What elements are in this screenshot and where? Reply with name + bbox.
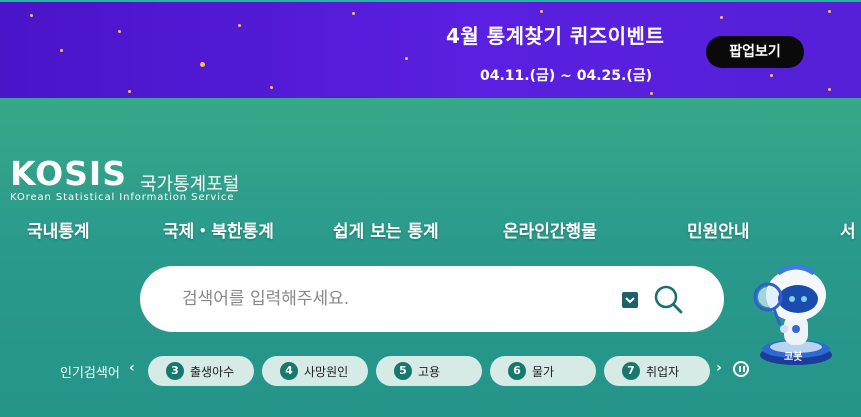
star-decoration — [270, 86, 273, 89]
star-decoration — [650, 92, 653, 95]
keyword-text: 사망원인 — [304, 365, 349, 379]
star-decoration — [828, 10, 831, 13]
keyword-pill[interactable]: 4 사망원인 — [262, 356, 368, 386]
search-bar — [140, 266, 724, 332]
keyword-rank: 3 — [166, 362, 184, 380]
chevron-down-icon[interactable] — [622, 292, 638, 308]
banner-title: 4월 통계찾기 퀴즈이벤트 — [446, 24, 665, 48]
keyword-rank: 5 — [394, 362, 412, 380]
popular-keywords: 인기검색어 ‹ 3 출생아수 4 사망원인 5 고용 6 물가 7 취업자 › — [0, 356, 861, 386]
star-decoration — [200, 62, 205, 67]
star-decoration — [405, 57, 408, 60]
nav-item-service[interactable]: 서 — [840, 217, 856, 242]
search-icon[interactable] — [652, 283, 684, 315]
mascot-name: 코봇 — [784, 352, 803, 363]
star-decoration — [60, 49, 63, 52]
keyword-pill[interactable]: 6 물가 — [490, 356, 596, 386]
keyword-pill[interactable]: 5 고용 — [376, 356, 482, 386]
keyword-text: 고용 — [418, 365, 441, 379]
keyword-rank: 7 — [622, 362, 640, 380]
nav-item-publications[interactable]: 온라인간행물 — [503, 217, 597, 242]
star-decoration — [770, 74, 773, 77]
search-input[interactable] — [180, 288, 604, 310]
kosis-logo[interactable]: KOSIS 국가통계포털 KOrean Statistical Informat… — [10, 154, 239, 203]
star-decoration — [352, 12, 355, 15]
nav-item-easy-stats[interactable]: 쉽게 보는 통계 — [333, 217, 439, 242]
star-decoration — [128, 90, 131, 93]
popular-label: 인기검색어 — [60, 366, 120, 381]
keyword-text: 취업자 — [646, 365, 680, 379]
main-header: KOSIS 국가통계포털 KOrean Statistical Informat… — [0, 98, 861, 417]
star-decoration — [720, 16, 723, 19]
keyword-pill[interactable]: 3 출생아수 — [148, 356, 254, 386]
popup-view-button[interactable]: 팝업보기 — [706, 36, 804, 68]
nav-item-domestic[interactable]: 국내통계 — [27, 217, 90, 242]
star-decoration — [540, 10, 543, 13]
nav-item-international[interactable]: 국제・북한통계 — [163, 217, 274, 242]
star-decoration — [118, 30, 121, 33]
nav-item-civil-service[interactable]: 민원안내 — [687, 217, 750, 242]
keyword-rank: 6 — [508, 362, 526, 380]
chevron-right-icon[interactable]: › — [716, 360, 722, 376]
chevron-left-icon[interactable]: ‹ — [129, 360, 135, 376]
keyword-text: 출생아수 — [190, 365, 235, 379]
banner-date: 04.11.(금) ~ 04.25.(금) — [480, 68, 653, 84]
event-banner[interactable]: 4월 통계찾기 퀴즈이벤트 04.11.(금) ~ 04.25.(금) 팝업보기 — [0, 0, 861, 98]
keyword-text: 물가 — [532, 365, 555, 379]
logo-text: KOSIS — [10, 154, 127, 193]
star-decoration — [238, 24, 241, 27]
star-decoration — [828, 88, 831, 91]
keyword-rank: 4 — [280, 362, 298, 380]
keyword-pill[interactable]: 7 취업자 — [604, 356, 710, 386]
main-nav: 국내통계 국제・북한통계 쉽게 보는 통계 온라인간행물 민원안내 서 — [0, 217, 861, 242]
star-decoration — [30, 14, 33, 17]
pause-icon[interactable] — [733, 361, 749, 377]
logo-subtitle: KOrean Statistical Information Service — [10, 192, 235, 203]
